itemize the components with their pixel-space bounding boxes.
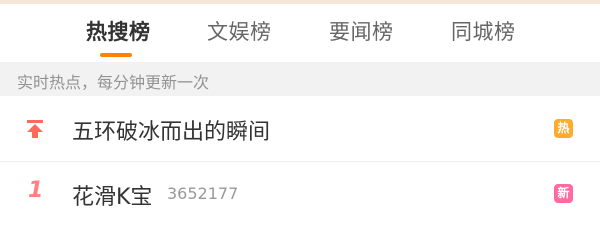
new-badge: 新 xyxy=(554,184,573,203)
active-tab-indicator xyxy=(100,53,132,57)
update-notice-text: 实时热点，每分钟更新一次 xyxy=(17,73,210,92)
pin-top-icon xyxy=(24,118,46,140)
update-notice: 实时热点，每分钟更新一次 xyxy=(0,62,600,96)
tab-entertainment[interactable]: 文娱榜 xyxy=(207,16,272,46)
item-heat-count: 3652177 xyxy=(167,184,239,203)
tab-news[interactable]: 要闻榜 xyxy=(329,16,394,46)
list-item[interactable]: 1 花滑K宝 3652177 新 xyxy=(0,162,600,226)
list-item[interactable]: 五环破冰而出的瞬间 热 xyxy=(0,97,600,161)
item-title[interactable]: 花滑K宝 xyxy=(72,179,152,211)
tab-bar: 热搜榜 文娱榜 要闻榜 同城榜 xyxy=(0,4,600,62)
rank-number: 1 xyxy=(28,178,44,203)
tab-local[interactable]: 同城榜 xyxy=(451,16,516,46)
item-title[interactable]: 五环破冰而出的瞬间 xyxy=(72,114,270,146)
tab-hot-search[interactable]: 热搜榜 xyxy=(86,16,151,46)
hot-badge: 热 xyxy=(554,119,573,138)
